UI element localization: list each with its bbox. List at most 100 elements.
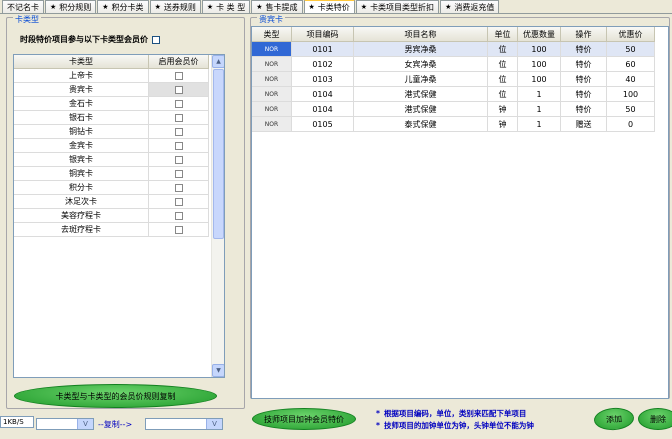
source-card-combo[interactable]: V [36, 418, 94, 430]
col-enable-vip[interactable]: 启用会员价 [149, 55, 209, 69]
enable-vip-checkbox[interactable] [174, 113, 183, 122]
discount-price-cell: 100 [607, 87, 655, 102]
tab-label: 卡类项目类型折扣 [370, 2, 435, 12]
tab-0[interactable]: 不记名卡 [2, 0, 44, 13]
vip-price-option-label: 时段特价项目参与以下卡类型会员价 [20, 35, 148, 44]
vip-price-option-checkbox[interactable] [152, 35, 160, 44]
card-type-cell: 金石卡 [14, 97, 149, 111]
col-item-name[interactable]: 项目名称 [354, 27, 488, 42]
enable-vip-checkbox[interactable] [174, 71, 183, 80]
list-item[interactable]: 贵宾卡 [14, 83, 224, 97]
tab-4[interactable]: ★ 卡 类 型 [201, 0, 251, 13]
star-icon: ★ [102, 3, 109, 11]
card-type-cell: 美容疗程卡 [14, 209, 149, 223]
add-button[interactable]: 添加 [593, 406, 635, 432]
list-item[interactable]: 铜宾卡 [14, 167, 224, 181]
list-item[interactable]: 沐足次卡 [14, 195, 224, 209]
enable-vip-checkbox[interactable] [174, 99, 183, 108]
col-card-type[interactable]: 卡类型 [14, 55, 149, 69]
chevron-down-icon[interactable]: V [206, 419, 222, 429]
tab-label: 送券规则 [163, 2, 196, 12]
tech-overtime-price-button[interactable]: 技师项目加钟会员特价 [252, 408, 356, 430]
operation-cell: 特价 [561, 102, 607, 117]
col-unit[interactable]: 单位 [488, 27, 518, 42]
chevron-down-icon[interactable]: V [77, 419, 93, 429]
target-card-combo[interactable]: V [145, 418, 223, 430]
enable-vip-checkbox[interactable] [174, 155, 183, 164]
enable-vip-cell [149, 69, 209, 83]
item-code-cell: 0104 [292, 87, 354, 102]
vip-price-option[interactable]: 时段特价项目参与以下卡类型会员价 [20, 34, 160, 45]
card-type-cell: 铜宾卡 [14, 167, 149, 181]
card-type-cell: 银宾卡 [14, 153, 149, 167]
table-row[interactable]: NOR 0103 儿童净桑位 100 特价 40 [252, 72, 668, 87]
list-item[interactable]: 铜钻卡 [14, 125, 224, 139]
enable-vip-checkbox[interactable] [174, 169, 183, 178]
table-row[interactable]: NOR 0104 港式保健钟 1 特价 50 [252, 102, 668, 117]
tab-8[interactable]: ★ 消费返充值 [440, 0, 500, 13]
tab-label: 售卡提成 [265, 2, 298, 12]
enable-vip-cell [149, 195, 209, 209]
list-item[interactable]: 金石卡 [14, 97, 224, 111]
col-item-code[interactable]: 项目编码 [292, 27, 354, 42]
copy-card-rule-button[interactable]: 卡类型与卡类型的会员价规则复制 [14, 384, 217, 408]
tab-2[interactable]: ★ 积分卡类 [97, 0, 149, 13]
note-text: 技师项目的加钟单位为钟，头钟单位不能为钟 [383, 421, 534, 430]
item-name-cell: 儿童净桑 [354, 72, 488, 87]
tab-5[interactable]: ★ 售卡提成 [251, 0, 303, 13]
tab-label: 卡 类 型 [216, 2, 246, 12]
enable-vip-checkbox[interactable] [174, 85, 183, 94]
note-bullet: * [376, 421, 380, 430]
operation-cell: 特价 [561, 57, 607, 72]
enable-vip-checkbox[interactable] [174, 197, 183, 206]
enable-vip-cell [149, 83, 209, 97]
card-type-grid-header: 卡类型 启用会员价 [14, 55, 224, 69]
card-type-scrollbar[interactable]: ▲ ▼ [211, 55, 224, 377]
item-code-cell: 0102 [292, 57, 354, 72]
list-item[interactable]: 金宾卡 [14, 139, 224, 153]
tab-3[interactable]: ★ 送券规则 [149, 0, 201, 13]
type-cell: NOR [252, 102, 292, 117]
list-item[interactable]: 去斑疗程卡 [14, 223, 224, 237]
col-type[interactable]: 类型 [252, 27, 292, 42]
card-type-cell: 积分卡 [14, 181, 149, 195]
scroll-down-icon[interactable]: ▼ [212, 364, 224, 377]
enable-vip-checkbox[interactable] [174, 183, 183, 192]
table-row[interactable]: NOR 0104 港式保健位 1 特价 100 [252, 87, 668, 102]
item-code-cell: 0101 [292, 42, 354, 57]
enable-vip-cell [149, 181, 209, 195]
enable-vip-checkbox[interactable] [174, 225, 183, 234]
table-row[interactable]: NOR 0102 女宾净桑位 100 特价 60 [252, 57, 668, 72]
scroll-thumb[interactable] [213, 69, 224, 239]
scroll-up-icon[interactable]: ▲ [212, 55, 224, 68]
star-icon: ★ [206, 3, 214, 11]
card-type-cell: 去斑疗程卡 [14, 223, 149, 237]
speed-indicator: 1KB/S [0, 416, 34, 428]
enable-vip-checkbox[interactable] [174, 141, 183, 150]
col-operation[interactable]: 操作 [561, 27, 607, 42]
tab-1[interactable]: ★ 积分规则 [45, 0, 97, 13]
col-discount-price[interactable]: 优惠价 [607, 27, 655, 42]
tab-7[interactable]: ★ 卡类项目类型折扣 [355, 0, 440, 13]
list-item[interactable]: 银石卡 [14, 111, 224, 125]
col-discount-qty[interactable]: 优惠数量 [518, 27, 561, 42]
list-item[interactable]: 银宾卡 [14, 153, 224, 167]
tab-6[interactable]: ★ 卡类特价 [303, 0, 355, 13]
type-cell: NOR [252, 42, 292, 57]
delete-button[interactable]: 删除 [638, 408, 672, 430]
type-cell: NOR [252, 87, 292, 102]
note-text: 根据项目编码，单位，类别来匹配下单项目 [383, 409, 527, 418]
special-price-grid-header: 类型 项目编码 项目名称 单位 优惠数量 操作 优惠价 [252, 27, 668, 42]
list-item[interactable]: 上帝卡 [14, 69, 224, 83]
operation-cell: 赠送 [561, 117, 607, 132]
table-row[interactable]: NOR 0105 泰式保健钟 1 赠送 0 [252, 117, 668, 132]
list-item[interactable]: 积分卡 [14, 181, 224, 195]
table-row[interactable]: NOR 0101 男宾净桑位 100 特价 50 [252, 42, 668, 57]
enable-vip-checkbox[interactable] [174, 211, 183, 220]
discount-price-cell: 40 [607, 72, 655, 87]
unit-cell: 钟 [488, 117, 518, 132]
note-line: * 技师项目的加钟单位为钟，头钟单位不能为钟 [376, 420, 534, 432]
operation-cell: 特价 [561, 87, 607, 102]
enable-vip-checkbox[interactable] [174, 127, 183, 136]
list-item[interactable]: 美容疗程卡 [14, 209, 224, 223]
